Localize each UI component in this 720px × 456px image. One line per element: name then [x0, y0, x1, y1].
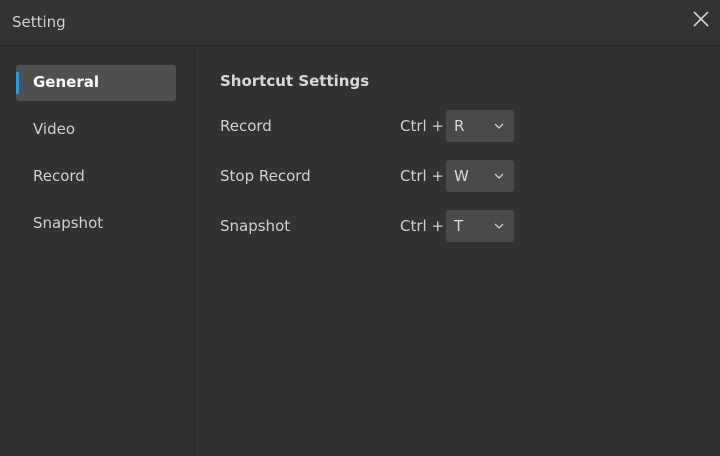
sidebar-item-general[interactable]: General	[16, 65, 176, 101]
shortcut-row-snapshot: Snapshot Ctrl + T	[220, 210, 520, 242]
modifier-label: Ctrl +	[400, 217, 445, 235]
sidebar-item-label: Snapshot	[33, 214, 104, 232]
modifier-label: Ctrl +	[400, 117, 445, 135]
sidebar: General Video Record Snapshot	[0, 46, 195, 456]
shortcut-row-stop-record: Stop Record Ctrl + W	[220, 160, 520, 192]
select-value: R	[454, 117, 465, 135]
select-value: T	[454, 217, 464, 235]
chevron-down-icon	[494, 173, 504, 179]
chevron-down-icon	[494, 123, 504, 129]
shortcut-label: Snapshot	[220, 217, 291, 235]
shortcut-key-select[interactable]: W	[446, 160, 514, 192]
settings-window: Setting General Video Record Snapshot Sh…	[0, 0, 720, 456]
sidebar-item-label: Record	[33, 167, 85, 185]
sidebar-item-video[interactable]: Video	[16, 112, 176, 148]
shortcut-row-record: Record Ctrl + R	[220, 110, 520, 142]
chevron-down-icon	[494, 223, 504, 229]
section-title: Shortcut Settings	[220, 72, 370, 90]
shortcut-label: Record	[220, 117, 272, 135]
sidebar-item-snapshot[interactable]: Snapshot	[16, 206, 176, 242]
title-bar: Setting	[0, 0, 720, 46]
shortcut-key-select[interactable]: T	[446, 210, 514, 242]
close-button[interactable]	[691, 9, 711, 29]
active-indicator	[16, 72, 19, 94]
shortcut-key-select[interactable]: R	[446, 110, 514, 142]
window-title: Setting	[12, 13, 66, 31]
shortcut-label: Stop Record	[220, 167, 311, 185]
close-icon	[693, 11, 709, 27]
sidebar-item-record[interactable]: Record	[16, 159, 176, 195]
main-content: Shortcut Settings Record Ctrl + R Stop R…	[195, 46, 720, 456]
sidebar-item-label: General	[33, 73, 99, 91]
sidebar-item-label: Video	[33, 120, 76, 138]
select-value: W	[454, 167, 469, 185]
modifier-label: Ctrl +	[400, 167, 445, 185]
